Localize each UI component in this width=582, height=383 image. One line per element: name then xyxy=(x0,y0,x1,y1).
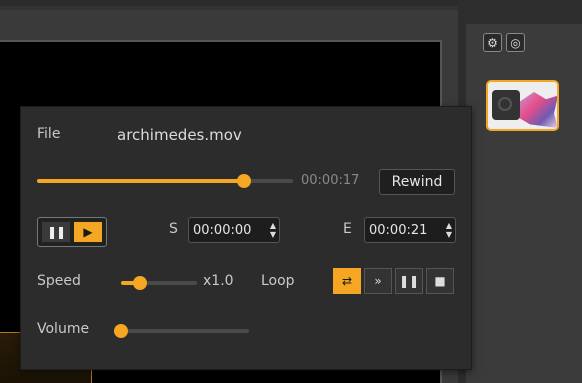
speed-value: x1.0 xyxy=(203,273,234,289)
settings-button[interactable]: ⚙ xyxy=(483,33,502,52)
speed-knob[interactable] xyxy=(133,276,147,290)
gear-icon: ⚙ xyxy=(487,35,498,50)
play-button[interactable]: ▶ xyxy=(74,222,102,242)
loop-repeat-icon: ⇄ xyxy=(341,274,353,288)
clip-thumbnail[interactable] xyxy=(486,80,559,131)
loop-repeat-button[interactable]: ⇄ xyxy=(333,268,361,294)
spinner-arrows-icon[interactable]: ▲ ▼ xyxy=(446,221,452,239)
right-panel-header xyxy=(466,0,582,24)
end-time-value: 00:00:21 xyxy=(369,222,428,238)
progress-slider[interactable] xyxy=(37,174,293,188)
start-label: S xyxy=(169,221,178,237)
loop-next-icon: » xyxy=(374,274,382,288)
volume-slider[interactable] xyxy=(114,324,249,338)
target-icon: ◎ xyxy=(510,35,521,50)
spinner-arrows-icon[interactable]: ▲ ▼ xyxy=(270,221,276,239)
current-time: 00:00:17 xyxy=(301,173,360,188)
progress-knob[interactable] xyxy=(237,174,252,188)
end-time-spinner[interactable]: 00:00:21 ▲ ▼ xyxy=(364,217,456,243)
play-icon: ▶ xyxy=(83,225,93,239)
loop-stop-button[interactable]: ■ xyxy=(426,268,454,294)
start-time-value: 00:00:00 xyxy=(193,222,252,238)
start-time-spinner[interactable]: 00:00:00 ▲ ▼ xyxy=(188,217,280,243)
speed-label: Speed xyxy=(37,273,81,289)
pause-icon: ❚❚ xyxy=(46,225,66,239)
volume-knob[interactable] xyxy=(114,324,128,338)
progress-fill xyxy=(37,179,245,183)
file-name: archimedes.mov xyxy=(117,126,242,144)
loop-pause-icon: ❚❚ xyxy=(398,274,420,288)
file-label: File xyxy=(37,126,61,142)
playback-popup: File archimedes.mov 00:00:17 Rewind ❚❚ ▶… xyxy=(20,106,472,370)
right-panel: ⚙ ◎ xyxy=(466,0,582,383)
thumbnail-image xyxy=(518,92,557,128)
loop-label: Loop xyxy=(261,273,295,289)
pause-button[interactable]: ❚❚ xyxy=(42,222,70,242)
speed-slider[interactable] xyxy=(121,276,197,290)
video-player-window: ⚙ ◎ File archimedes.mov 00:00:17 Rewind … xyxy=(0,0,582,383)
end-label: E xyxy=(343,221,352,237)
volume-label: Volume xyxy=(37,321,90,337)
thumbnail-dot-icon xyxy=(498,97,512,111)
rewind-button[interactable]: Rewind xyxy=(379,169,455,195)
loop-stop-icon: ■ xyxy=(434,274,446,288)
loop-pause-button[interactable]: ❚❚ xyxy=(395,268,423,294)
loop-next-button[interactable]: » xyxy=(364,268,392,294)
record-button[interactable]: ◎ xyxy=(506,33,525,52)
loop-mode-group: ⇄ » ❚❚ ■ xyxy=(333,268,457,296)
playback-controls: ❚❚ ▶ xyxy=(37,217,107,247)
